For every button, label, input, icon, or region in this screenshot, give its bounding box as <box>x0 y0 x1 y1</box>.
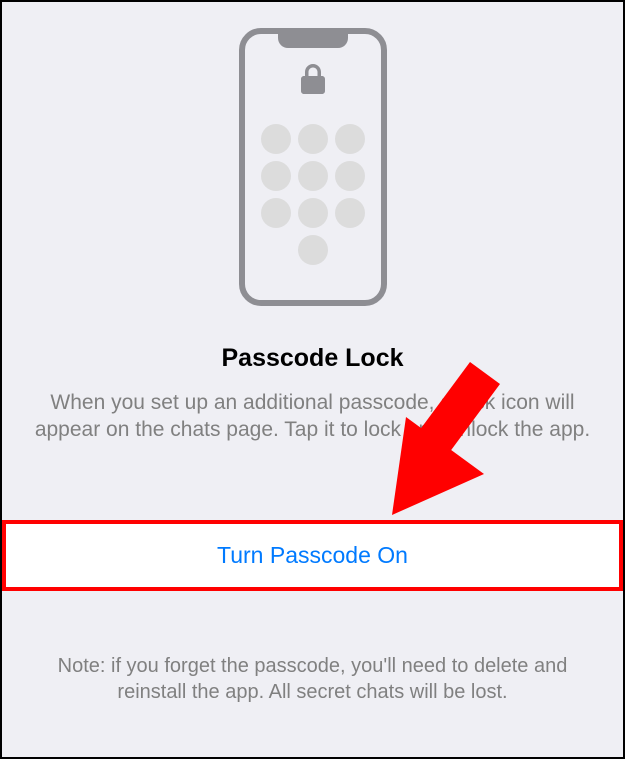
page-title: Passcode Lock <box>221 344 403 373</box>
turn-passcode-on-button[interactable]: Turn Passcode On <box>2 520 623 591</box>
phone-lock-illustration <box>239 28 387 306</box>
keypad-illustration <box>261 124 365 265</box>
note-text: Note: if you forget the passcode, you'll… <box>2 653 623 705</box>
description-text: When you set up an additional passcode, … <box>2 389 623 444</box>
lock-icon <box>301 64 325 94</box>
passcode-settings-screen: Passcode Lock When you set up an additio… <box>2 2 623 757</box>
phone-notch <box>278 34 348 48</box>
turn-passcode-on-label: Turn Passcode On <box>217 542 408 568</box>
